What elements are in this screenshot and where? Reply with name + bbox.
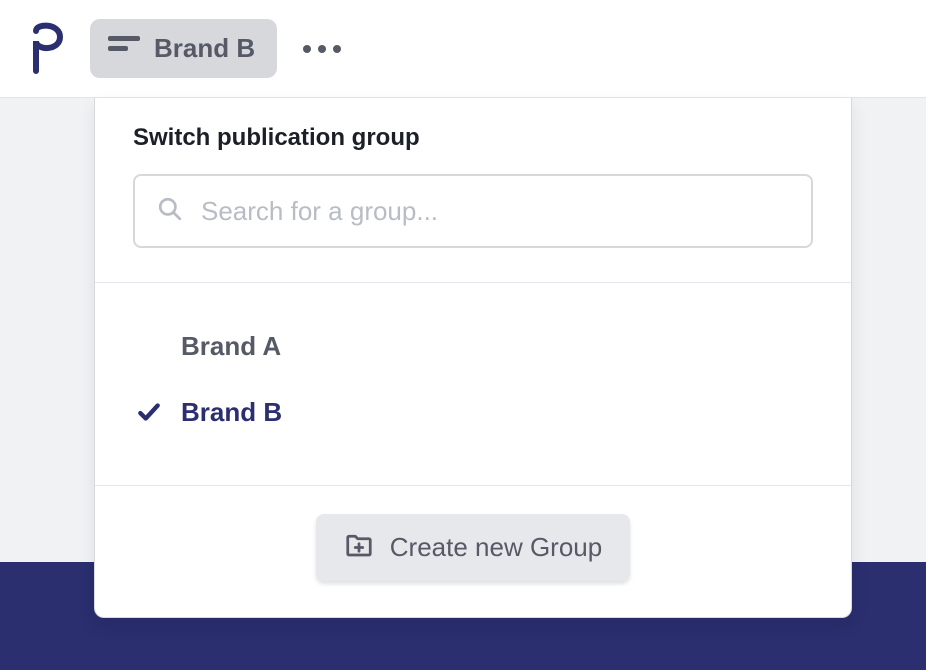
check-icon [133,399,165,425]
group-item-brand-b[interactable]: Brand B [133,379,813,445]
search-icon [157,196,183,227]
group-switcher-dropdown: Switch publication group Brand A Brand B [94,98,852,618]
group-label: Brand A [181,331,281,362]
create-group-label: Create new Group [390,532,602,563]
more-menu-button[interactable] [299,45,341,53]
brand-selector-label: Brand B [154,33,255,64]
folder-plus-icon [344,530,374,565]
topbar: Brand B [0,0,926,98]
menu-lines-icon [108,34,140,63]
group-list: Brand A Brand B [95,282,851,485]
group-search-input[interactable] [201,196,789,227]
group-label: Brand B [181,397,282,428]
brand-selector-button[interactable]: Brand B [90,19,277,78]
dropdown-footer: Create new Group [95,485,851,617]
dropdown-title: Switch publication group [133,124,813,152]
dropdown-header-section: Switch publication group [95,98,851,282]
create-group-button[interactable]: Create new Group [316,514,630,581]
group-search-box[interactable] [133,174,813,248]
app-logo[interactable] [28,21,68,77]
group-item-brand-a[interactable]: Brand A [133,313,813,379]
